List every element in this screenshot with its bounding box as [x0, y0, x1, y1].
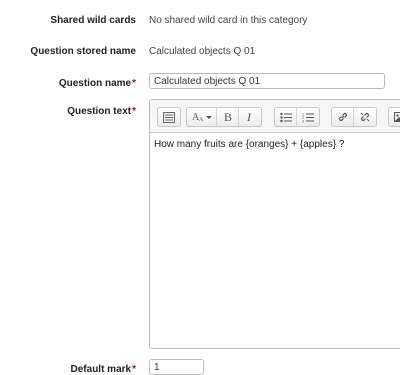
required-marker: *	[132, 364, 136, 375]
image-icon[interactable]	[389, 108, 400, 126]
svg-text:B: B	[224, 111, 232, 123]
shared-wild-cards-value: No shared wild card in this category	[149, 15, 308, 26]
default-mark-input[interactable]	[149, 359, 204, 375]
toolbar-group-format: AA B I	[186, 107, 262, 127]
question-name-label: Question name*	[59, 78, 136, 89]
bold-icon[interactable]: B	[217, 108, 239, 126]
question-name-label-text: Question name	[58, 78, 132, 89]
shared-wild-cards-label: Shared wild cards	[50, 15, 136, 26]
font-size-icon[interactable]: AA	[187, 108, 217, 126]
question-stored-name-label: Question stored name	[30, 46, 136, 57]
default-mark-label: Default mark*	[71, 364, 136, 375]
required-marker: *	[132, 78, 136, 89]
question-text-label: Question text*	[67, 106, 136, 117]
editor-toolbar: AA B I 123	[150, 100, 400, 133]
svg-text:I: I	[246, 111, 252, 123]
italic-icon[interactable]: I	[239, 108, 261, 126]
required-marker: *	[132, 106, 136, 117]
question-stored-name-value: Calculated objects Q 01	[149, 46, 256, 57]
toggle-toolbar-icon[interactable]	[158, 108, 180, 126]
question-name-input[interactable]	[149, 73, 385, 89]
question-text-content[interactable]: How many fruits are {oranges} + {apples}…	[154, 139, 400, 150]
unordered-list-icon[interactable]	[275, 108, 297, 126]
toolbar-group-media	[388, 107, 400, 127]
question-text-editor[interactable]: AA B I 123 How many fruits are {oranges}…	[149, 99, 400, 349]
svg-text:A: A	[199, 117, 204, 123]
link-icon[interactable]	[332, 108, 354, 126]
toolbar-group-lists: 123	[274, 107, 320, 127]
ordered-list-icon[interactable]: 123	[297, 108, 319, 126]
toolbar-group-toggle	[157, 107, 181, 127]
default-mark-label-text: Default mark	[70, 364, 132, 375]
question-text-label-text: Question text	[67, 106, 132, 117]
unlink-icon[interactable]	[354, 108, 376, 126]
svg-text:3: 3	[302, 119, 304, 123]
toolbar-group-links	[331, 107, 377, 127]
